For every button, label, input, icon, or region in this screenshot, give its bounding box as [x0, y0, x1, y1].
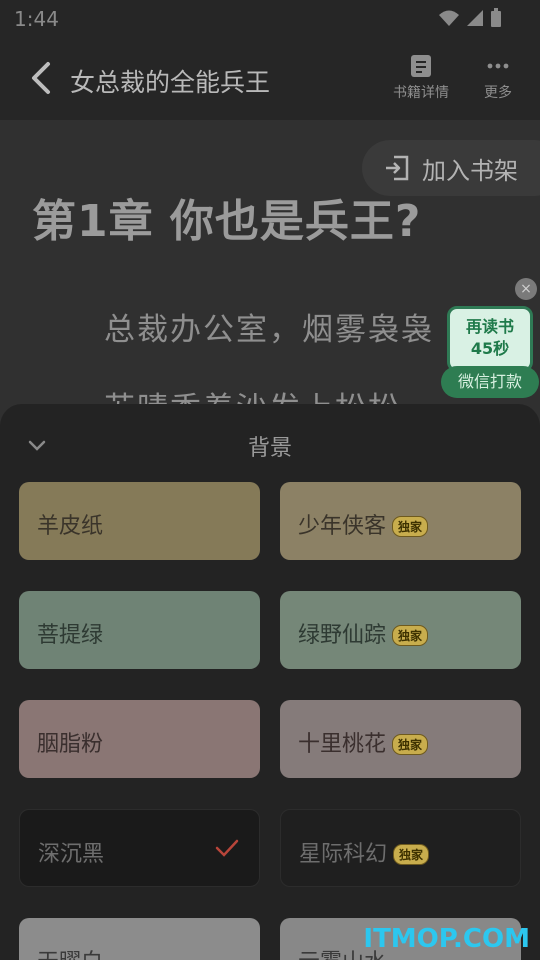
- top-bar: 女总裁的全能兵王 书籍详情 更多: [0, 36, 540, 120]
- background-option-label: 十里桃花 独家: [298, 726, 429, 758]
- wifi-icon: [439, 10, 459, 26]
- background-option[interactable]: 深沉黑: [19, 809, 260, 887]
- background-option-label: 羊皮纸: [37, 514, 104, 539]
- background-option-label: 绿野仙踪 独家: [298, 617, 429, 649]
- exclusive-badge: 独家: [392, 625, 429, 646]
- book-details-label: 书籍详情: [393, 85, 449, 101]
- add-to-shelf-label: 加入书架: [422, 156, 518, 185]
- promo-line-1: 再读书: [465, 317, 514, 336]
- sheet-title: 背景: [247, 436, 292, 461]
- background-option[interactable]: 胭脂粉: [19, 700, 260, 778]
- reading-reward-widget[interactable]: 再读书 45秒: [447, 306, 533, 372]
- exclusive-badge: 独家: [392, 734, 429, 755]
- book-details-icon: [411, 55, 431, 77]
- promo-close-button[interactable]: ×: [515, 278, 537, 300]
- status-bar: 1:44: [0, 0, 540, 36]
- promo-timer: 45秒: [470, 339, 510, 358]
- background-sheet: 背景 羊皮纸 少年侠客 独家 菩提绿 绿野仙踪 独家 胭脂粉 十里桃花 独家 深沉黑: [0, 404, 540, 960]
- background-option-label: 深沉黑: [38, 842, 105, 867]
- more-button[interactable]: 更多: [476, 54, 520, 102]
- background-option-label: 天曜白: [37, 944, 103, 960]
- background-option[interactable]: 绿野仙踪 独家: [280, 591, 521, 669]
- wechat-payout-button[interactable]: 微信打款: [441, 366, 539, 398]
- status-time: 1:44: [14, 7, 59, 31]
- status-icons: [438, 8, 502, 28]
- background-option[interactable]: 十里桃花 独家: [280, 700, 521, 778]
- battery-icon: [491, 8, 501, 27]
- watermark: ITMOP.COM: [363, 924, 530, 954]
- selected-check-icon: [215, 839, 239, 857]
- book-title: 女总裁的全能兵王: [70, 68, 271, 97]
- background-option-label: 胭脂粉: [37, 732, 104, 757]
- background-option[interactable]: 天曜白: [19, 918, 260, 960]
- background-option[interactable]: 菩提绿: [19, 591, 260, 669]
- background-option[interactable]: 少年侠客 独家: [280, 482, 521, 560]
- background-option[interactable]: 羊皮纸: [19, 482, 260, 560]
- background-option[interactable]: 星际科幻 独家: [280, 809, 521, 887]
- exclusive-badge: 独家: [392, 516, 429, 537]
- background-option-label: 星际科幻 独家: [299, 836, 430, 868]
- background-option-label: 菩提绿: [37, 623, 104, 648]
- add-to-shelf-icon: [386, 155, 409, 181]
- more-dots-icon: [487, 63, 509, 69]
- background-option-label: 少年侠客 独家: [298, 508, 429, 540]
- book-details-button[interactable]: 书籍详情: [389, 54, 453, 102]
- back-arrow-icon[interactable]: [26, 60, 58, 96]
- more-label: 更多: [484, 85, 512, 101]
- chapter-title: 第1章 你也是兵王?: [32, 196, 422, 247]
- body-text-line: 总裁办公室，烟雾袅袅: [104, 312, 434, 348]
- exclusive-badge: 独家: [393, 844, 430, 865]
- signal-icon: [467, 10, 483, 26]
